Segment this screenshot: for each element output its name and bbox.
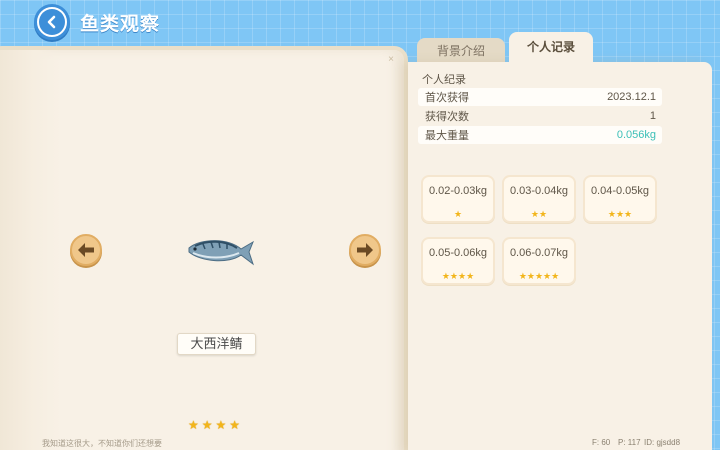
record-label: 最大重量 [425,130,469,142]
star-icon: ★ [201,418,213,432]
weight-card[interactable]: 0.05-0.06kg ★★★★ [421,237,495,285]
fps-readout: F: 60 [592,438,611,447]
star-icon: ★★★ [607,209,633,219]
weight-card[interactable]: 0.02-0.03kg ★ [421,175,495,223]
weight-card[interactable]: 0.04-0.05kg ★★★ [583,175,657,223]
arrow-left-icon [78,243,94,257]
weight-card[interactable]: 0.06-0.07kg ★★★★★ [502,237,576,285]
weight-range: 0.03-0.04kg [509,185,569,197]
weight-range: 0.04-0.05kg [590,185,650,197]
star-icon: ★ [229,418,241,432]
star-icon: ★★★★★ [518,271,560,281]
ping-readout: P: 117 [618,438,641,447]
record-value: 1 [649,110,656,122]
page-title: 鱼类观察 [80,14,161,35]
page-spine [0,50,62,450]
rarity-stars: ★ ★ ★ ★ [188,419,240,431]
record-label: 首次获得 [425,92,469,104]
fish-name-label: 大西洋鲭 [177,333,256,355]
user-id-readout: ID: gjsdd8 [644,438,681,447]
record-title: 个人纪录 [422,74,466,86]
weight-card[interactable]: 0.03-0.04kg ★★ [502,175,576,223]
arrow-right-icon [357,243,373,257]
weight-range: 0.05-0.06kg [428,247,488,259]
star-icon: ★ [215,418,227,432]
page-corner-mark: × [388,54,394,65]
star-icon: ★ [188,418,199,432]
star-icon: ★★ [530,209,548,219]
previous-fish-button[interactable] [70,234,102,266]
weight-range: 0.06-0.07kg [509,247,569,259]
next-fish-button[interactable] [349,234,381,266]
bottom-note: 我知道这很大，不知道你们还想要 [42,439,162,448]
tab-personal-record[interactable]: 个人记录 [509,32,593,64]
tab-background-intro[interactable]: 背景介绍 [417,38,505,64]
star-icon: ★ [453,209,463,219]
record-value: 2023.12.1 [607,91,656,103]
star-icon: ★★★★ [441,271,475,281]
record-row-first-obtained: 首次获得 2023.12.1 [418,88,662,106]
record-row-max-weight: 最大重量 0.056kg [418,126,662,144]
back-button[interactable] [34,4,70,40]
record-row-times-obtained: 获得次数 1 [418,107,662,125]
record-label: 获得次数 [425,111,469,123]
mackerel-fish-icon [188,240,255,266]
record-value: 0.056kg [616,129,656,141]
weight-range: 0.02-0.03kg [428,185,488,197]
back-arrow-icon [39,9,65,35]
